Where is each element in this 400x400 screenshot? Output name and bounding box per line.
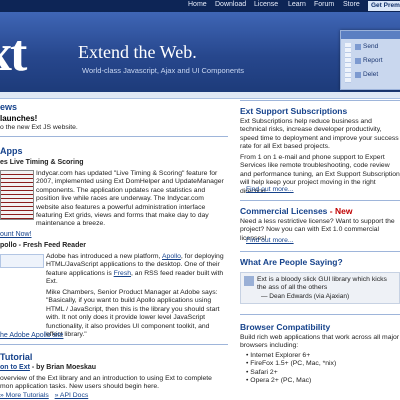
divider [240,251,400,252]
header-banner: xt Extend the Web. World-class Javascrip… [0,12,400,92]
browser-item: • FireFox 1.5+ (PC, Mac, *nix) [246,360,337,368]
quote-text: Ext is a bloody slick GUI library which … [257,276,387,292]
nav-home[interactable]: Home [188,1,207,8]
app-screenshot: Send Report Delet [340,30,400,90]
browser-item: • Opera 2+ (PC, Mac) [246,377,312,385]
browser-list: • Internet Explorer 6+ • FireFox 1.5+ (P… [246,352,396,386]
tutorial-bottom-links: » More Tutorials » API Docs [0,392,88,399]
top-navigation: Home Download License Learn Forum Store … [0,0,400,12]
apollo-text-a: Adobe has introduced a new platform, [46,253,162,260]
adobe-apollo-link[interactable]: he Adobe Apollo site [0,332,63,339]
fresh-link[interactable]: Fresh [114,270,131,277]
license-title: Commercial Licenses - New [240,206,352,216]
apps-heading: Apps [0,146,23,156]
tutorial-description: overview of the Ext library and an intro… [0,375,212,391]
people-saying-title: What Are People Saying? [240,257,343,267]
apollo-quote: Mike Chambers, Senior Product Manager at… [46,289,220,339]
tutorial-line: on to Ext - by Brian Moeskau [0,364,96,371]
quote-author: — Dean Edwards (via Ajaxian) [261,293,350,300]
apps-subheading: es Live Timing & Scoring [0,159,84,166]
screenshot-send-button: Send [353,43,393,51]
screenshot-delete-button: Delet [353,71,393,79]
indycar-link[interactable]: ount Now! [0,231,32,238]
nav-learn[interactable]: Learn [288,1,306,8]
subtagline: World-class Javascript, Ajax and UI Comp… [82,66,245,75]
apollo-thumbnail [0,254,44,268]
screenshot-report-button: Report [353,57,393,65]
divider [0,136,228,137]
support-paragraph-1: Ext Subscriptions help reduce business a… [240,118,399,151]
news-body: o the new Ext JS website. [0,124,78,131]
tagline: Extend the Web. [78,42,197,62]
divider [240,200,400,201]
tutorial-author: - by Brian Moeskau [29,364,97,371]
news-headline: launches! [0,114,38,123]
license-find-more-link[interactable]: Find out more... [246,237,294,244]
divider [240,314,400,315]
testimonial-box: Ext is a bloody slick GUI library which … [240,272,400,304]
apollo-link[interactable]: Apollo [162,253,181,260]
tutorial-heading: Tutorial [0,352,33,362]
screenshot-titlebar [341,31,400,39]
license-title-text: Commercial Licenses [240,206,328,216]
nav-store[interactable]: Store [343,1,360,8]
api-docs-link[interactable]: » API Docs [55,392,89,399]
support-find-more-link[interactable]: Find out more... [246,186,294,193]
more-tutorials-link[interactable]: » More Tutorials [0,392,49,399]
nav-forum[interactable]: Forum [314,1,334,8]
browser-item: • Safari 2+ [246,368,278,376]
browser-item: • Internet Explorer 6+ [246,352,311,359]
apollo-heading: pollo - Fresh Feed Reader [0,242,86,249]
nav-license[interactable]: License [254,1,278,8]
support-title: Ext Support Subscriptions [240,106,348,116]
tutorial-link[interactable]: on to Ext [0,364,30,371]
screenshot-grid [345,43,351,83]
indycar-thumbnail [0,170,34,220]
ext-logo: xt [0,25,27,82]
license-new-badge: - New [327,206,353,216]
apollo-paragraph: Adobe has introduced a new platform, Apo… [46,253,226,287]
browser-compat-description: Build rich web applications that work ac… [240,334,400,350]
nav-download[interactable]: Download [215,1,246,8]
news-heading: ews [0,102,18,112]
indycar-description: Indycar.com has updated "Live Timing & S… [36,170,224,228]
browser-compat-title: Browser Compatibility [240,322,331,332]
divider [240,100,400,101]
header-subbar [0,92,400,99]
divider [0,344,228,345]
quote-icon [244,276,254,286]
get-premium-button[interactable]: Get Premium [368,1,400,11]
